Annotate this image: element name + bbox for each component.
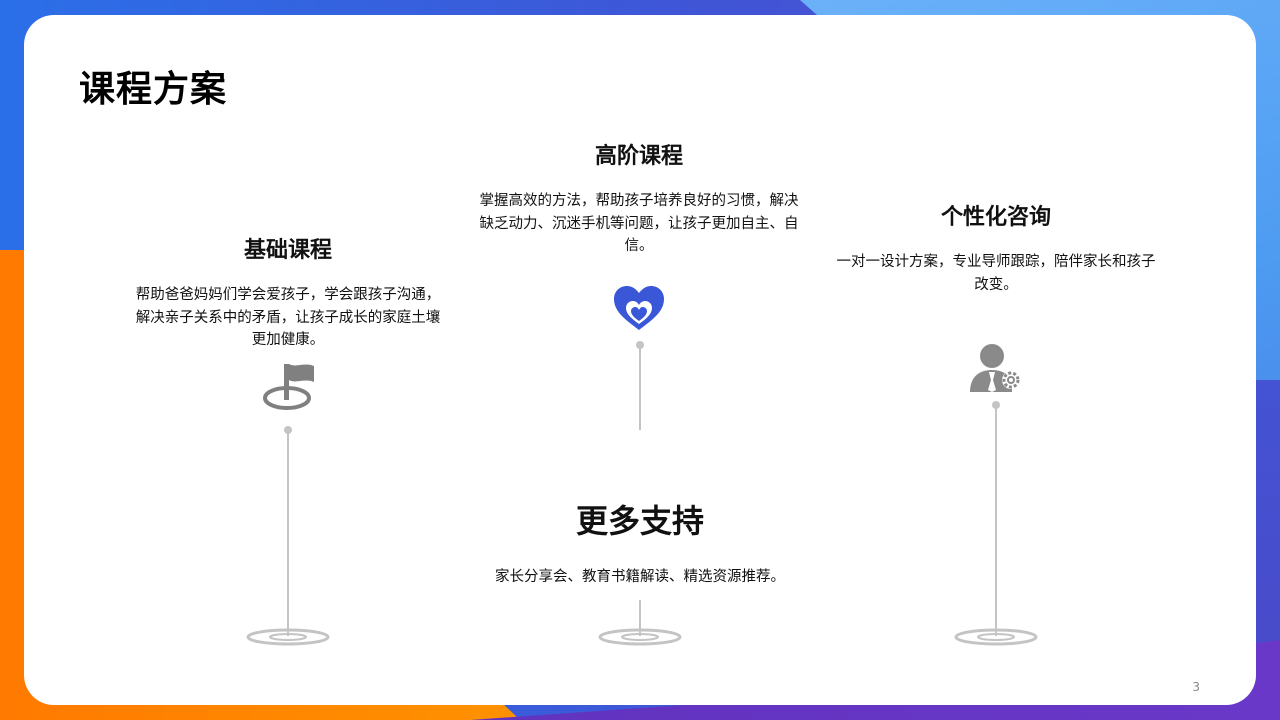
section-personal: 个性化咨询 一对一设计方案，专业导师跟踪，陪伴家长和孩子改变。	[836, 199, 1156, 296]
section-text: 一对一设计方案，专业导师跟踪，陪伴家长和孩子改变。	[836, 254, 1156, 293]
target-base	[598, 628, 682, 646]
page-title: 课程方案	[79, 69, 228, 110]
flag-icon	[263, 364, 314, 410]
target-base	[954, 628, 1038, 646]
pole-line	[287, 430, 289, 636]
section-text: 帮助爸爸妈妈们学会爱孩子，学会跟孩子沟通，解决亲子关系中的矛盾，让孩子成长的家庭…	[135, 287, 441, 348]
section-text: 掌握高效的方法，帮助孩子培养良好的习惯，解决缺乏动力、沉迷手机等问题，让孩子更加…	[479, 193, 799, 254]
section-title: 基础课程	[243, 238, 332, 263]
section-basic: 基础课程 帮助爸爸妈妈们学会爱孩子，学会跟孩子沟通，解决亲子关系中的矛盾，让孩子…	[134, 232, 442, 352]
pole-line	[995, 405, 997, 636]
section-title: 个性化咨询	[940, 205, 1051, 230]
section-advanced: 高阶课程 掌握高效的方法，帮助孩子培养良好的习惯，解决缺乏动力、沉迷手机等问题，…	[478, 138, 800, 258]
section-title: 高阶课程	[594, 144, 683, 169]
consultant-gear-icon	[970, 344, 1020, 392]
page-number: 3	[1192, 680, 1200, 694]
section-more: 更多支持 家长分享会、教育书籍解读、精选资源推荐。	[460, 496, 820, 589]
section-text: 家长分享会、教育书籍解读、精选资源推荐。	[495, 569, 785, 585]
target-base	[246, 628, 330, 646]
pole-line	[639, 345, 641, 430]
hearts-icon	[614, 286, 664, 330]
section-title: 更多支持	[575, 502, 704, 540]
